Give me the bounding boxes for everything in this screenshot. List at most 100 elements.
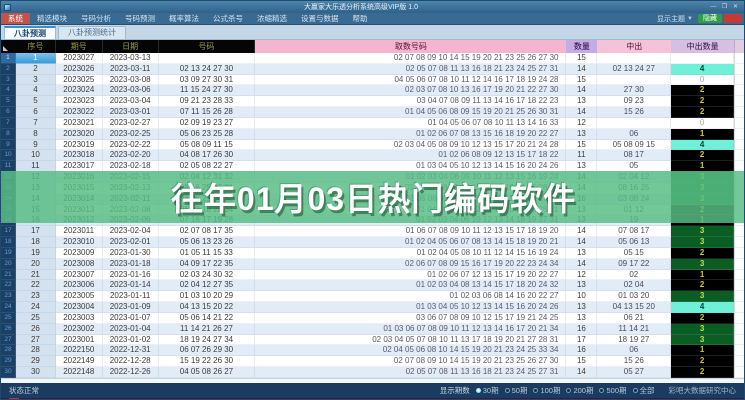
hit-count-cell: 2 [671,85,735,97]
table-row[interactable]: 25 25 2023003 2023-01-07 05 06 14 21 22 03 06… [1,312,744,324]
quantity-cell: 15 [566,139,598,151]
numbers-cell: 07 16 17 19 28 [158,215,256,227]
table-row[interactable]: 12 12 2023016 2023-02-15 02 04 12 31 32 01 02… [1,172,744,183]
menu-item-系统[interactable]: 系统 [1,13,30,24]
hit-count-cell: 2 [671,367,735,378]
hit-count-cell: 3 [671,334,735,346]
table-row[interactable]: 11 11 2023017 2023-02-18 02 05 08 22 27 01 03… [1,161,744,173]
picked-numbers-cell: 01 02 06 07 08 13 15 16 18 19 20 22 27 [255,128,567,140]
menu-item-帮助[interactable]: 帮助 [346,13,375,24]
row-index-cell: 16 [1,215,16,227]
date-cell: 2023-01-14 [102,280,159,292]
menu-item-概率算法[interactable]: 概率算法 [162,13,206,24]
table-row[interactable]: 13 13 2023015 2023-02-13 08 16 25 26 31 02 04… [1,182,744,194]
date-cell: 2023-02-13 [102,182,159,194]
hit-numbers-cell: 02 [597,269,672,281]
table-row[interactable]: 10 10 2023018 2023-02-20 04 08 17 26 30 01 02… [1,150,744,162]
column-header-qty: 数量 [566,40,598,53]
picked-numbers-cell: 02 07 08 09 10 14 15 19 20 21 23 25 26 2… [255,53,567,64]
quantity-cell: 17 [566,334,598,346]
table-row[interactable]: 15 15 2023013 2023-02-08 01 12 18 29 34 01 04… [1,204,744,216]
serial-cell: 17 [15,226,56,238]
picked-numbers-cell: 03 04 07 08 09 11 13 14 16 17 18 22 23 [255,96,567,108]
period-radio-100期[interactable]: 100期 [533,385,560,396]
numbers-cell: 04 05 08 26 27 [158,367,256,378]
table-row[interactable]: 30 30 2022148 2022-12-26 04 05 08 26 27 02 05… [1,367,744,378]
hit-numbers-cell: 01 03 20 [597,291,672,303]
table-row[interactable]: 7 7 2023021 2023-02-27 02 09 19 23 27 01 04 0… [1,117,744,129]
hit-count-cell: 2 [671,312,735,324]
skin-button[interactable] [724,14,742,23]
title-bar: 大赢家大乐透分析系统高级VIP版 1.0 — ❐ ✕ [1,1,744,13]
date-cell: 2023-02-06 [102,215,159,227]
tab-八卦预测统计[interactable]: 八卦预测统计 [58,26,126,39]
chevron-down-icon[interactable]: ▼ [687,16,693,22]
maximize-button[interactable]: ❐ [719,1,730,13]
table-row[interactable]: 4 4 2023024 2023-03-06 11 15 24 27 30 02 03 0… [1,85,744,97]
period-radio-200期[interactable]: 200期 [566,385,593,396]
serial-cell: 23 [15,291,56,303]
table-row[interactable]: 23 23 2023005 2023-01-11 01 03 10 20 29 01 02… [1,291,744,303]
table-row[interactable]: 24 24 2023004 2023-01-09 04 13 15 20 22 01 03… [1,302,744,313]
period-radio-全部[interactable]: 全部 [632,385,655,396]
serial-cell: 21 [15,269,56,281]
serial-cell: 25 [15,312,56,324]
hit-count-cell: 2 [671,96,735,108]
date-cell: 2022-12-26 [102,367,159,378]
table-row[interactable]: 22 22 2023006 2023-01-14 02 04 12 27 35 01 02… [1,280,744,292]
hit-count-cell: 3 [671,182,735,194]
numbers-cell [158,53,256,64]
row-spacer [734,291,744,303]
table-row[interactable]: 9 9 2023019 2023-02-22 05 08 09 11 15 02 03 0… [1,139,744,151]
serial-cell: 24 [15,302,56,313]
table-row[interactable]: 8 8 2023020 2023-02-25 05 06 23 25 28 01 02 0… [1,128,744,140]
table-row[interactable]: 19 19 2023009 2023-01-30 01 05 11 15 33 01 02… [1,247,744,259]
menu-item-浓缩精选[interactable]: 浓缩精选 [250,13,294,24]
period-radio-500期[interactable]: 500期 [599,385,627,396]
tab-八卦预测[interactable]: 八卦预测 [4,26,56,39]
table-row[interactable]: 1 1 2023027 2023-03-13 02 07 08 09 10 14 15 … [1,53,744,64]
serial-cell: 6 [15,107,56,118]
issue-cell: 2023010 [55,237,103,248]
table-row[interactable]: 6 6 2023022 2023-03-01 07 11 15 26 28 01 04 0… [1,107,744,118]
table-row[interactable]: 20 20 2023008 2023-01-18 04 09 17 22 35 02 06… [1,258,744,270]
table-row[interactable]: 5 5 2023023 2023-03-04 09 21 23 28 33 03 04 0… [1,96,744,108]
picked-numbers-cell: 04 05 06 07 08 10 11 12 14 16 17 18 19 2… [255,74,567,86]
date-cell: 2023-02-01 [102,237,159,248]
menu-item-号码分析[interactable]: 号码分析 [74,13,118,24]
quantity-cell: 13 [566,204,598,216]
menu-item-精选模块[interactable]: 精选模块 [30,13,74,24]
menu-item-设置与数据[interactable]: 设置与数据 [294,13,346,24]
table-row[interactable]: 17 17 2023011 2023-02-04 02 07 08 17 35 01 06… [1,226,744,238]
table-row[interactable]: 21 21 2023007 2023-01-16 02 03 24 30 32 01 02… [1,269,744,281]
row-index-cell: 25 [1,312,16,324]
issue-cell: 2023002 [55,323,103,335]
table-row[interactable]: 27 27 2023001 2023-01-02 18 19 24 27 34 02 03… [1,334,744,346]
date-cell: 2022-12-31 [102,345,159,357]
table-row[interactable]: 2 2 2023026 2023-03-11 02 13 24 27 30 02 05 0… [1,63,744,75]
table-row[interactable]: 3 3 2023025 2023-03-08 03 09 27 30 31 04 05 0… [1,74,744,86]
numbers-cell: 02 04 12 27 35 [158,280,256,292]
table-row[interactable]: 18 18 2023010 2023-02-01 05 06 13 23 26 01 02… [1,237,744,248]
table-row[interactable]: 14 14 2023014 2023-02-11 03 08 22 24 32 01 02… [1,193,744,205]
hit-count-cell: 4 [671,139,735,151]
hit-count-cell: 3 [671,172,735,183]
table-row[interactable]: 26 26 2023002 2023-01-04 11 14 21 26 27 01 03… [1,323,744,335]
period-radio-50期[interactable]: 50期 [504,385,527,396]
menu-item-公式杀号[interactable]: 公式杀号 [206,13,250,24]
close-button[interactable]: ✕ [730,1,741,13]
menu-bar-items: 系统 精选模块 号码分析 号码预测 概率算法 公式杀号 浓缩精选 设置与数据 帮助 [1,13,375,24]
issue-cell: 2023023 [55,96,103,108]
hide-button[interactable]: 隐藏 [698,14,722,23]
serial-cell: 7 [15,117,56,129]
table-row[interactable]: 28 28 2022150 2022-12-31 06 07 26 29 30 02 04… [1,345,744,357]
period-radio-30期[interactable]: 30期 [475,385,499,396]
menu-item-号码预测[interactable]: 号码预测 [118,13,162,24]
hit-numbers-cell: 01 12 [597,204,672,216]
quantity-cell: 14 [566,367,598,378]
row-spacer [734,215,744,227]
minimize-button[interactable]: — [708,1,719,13]
table-row[interactable]: 29 29 2022149 2022-12-28 15 19 22 26 30 02 07… [1,356,744,368]
table-row[interactable]: 16 16 2023012 2023-02-06 07 16 17 19 28 01 02… [1,215,744,227]
serial-cell: 13 [15,182,56,194]
